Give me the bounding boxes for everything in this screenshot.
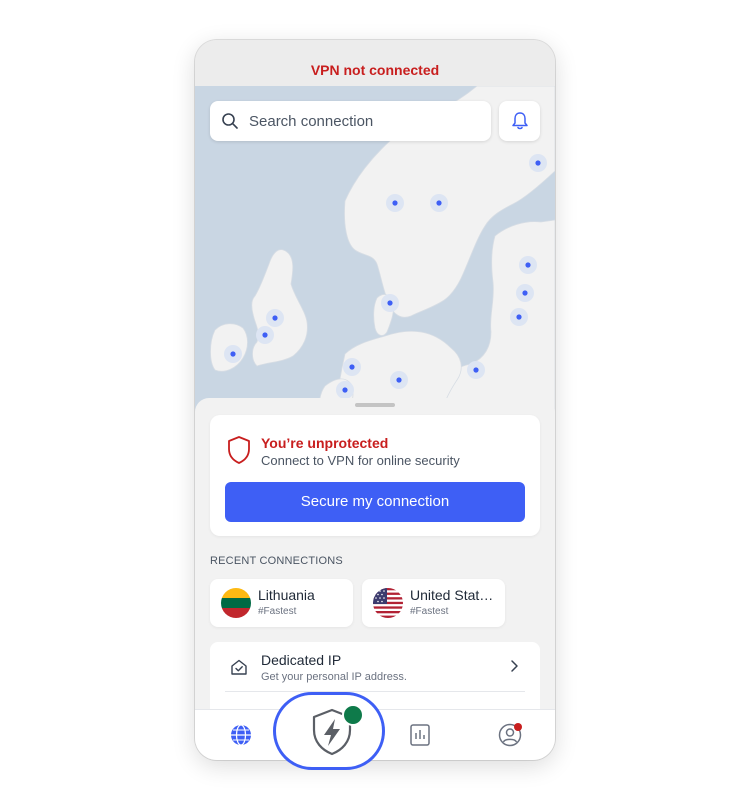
server-dot-core (272, 315, 278, 321)
server-dot-core (349, 364, 355, 370)
dedicated-ip-subtitle: Get your personal IP address. (261, 671, 407, 683)
stats-icon (410, 724, 430, 746)
profile-icon (498, 723, 522, 747)
server-dot-core (262, 332, 268, 338)
secure-connection-button[interactable]: Secure my connection (225, 482, 525, 522)
recent-connection-name: Lithuania (258, 587, 315, 603)
phone-frame: VPN not connected Search connection You’… (195, 40, 555, 760)
recent-connection-lithuania[interactable]: Lithuania #Fastest (210, 579, 353, 627)
notification-badge (514, 723, 522, 731)
nav-stats[interactable] (407, 722, 433, 748)
recent-connection-tag: #Fastest (410, 606, 449, 617)
bell-icon (511, 112, 528, 130)
land-great-britain (251, 249, 308, 367)
recent-connection-tag: #Fastest (258, 606, 297, 617)
server-dot-core (473, 367, 479, 373)
chevron-right-icon (511, 660, 518, 672)
shield-warning-icon (228, 436, 250, 464)
dedicated-ip-title: Dedicated IP (261, 652, 342, 668)
server-dot-core (392, 200, 398, 206)
nav-profile[interactable] (497, 722, 523, 748)
quick-connect-button[interactable] (273, 692, 385, 770)
divider (225, 691, 525, 692)
nav-globe[interactable] (228, 722, 254, 748)
server-dot-core (396, 377, 402, 383)
home-ip-icon (231, 659, 247, 675)
recent-connection-name: United Stat… (410, 587, 494, 603)
vpn-status-text: VPN not connected (310, 62, 440, 78)
server-dot-core (522, 290, 528, 296)
lithuania-flag-icon (221, 588, 251, 618)
recent-connection-united-states[interactable]: United Stat… #Fastest (362, 579, 505, 627)
recent-connections-heading: RECENT CONNECTIONS (210, 555, 343, 567)
server-dot-core (230, 351, 236, 357)
search-icon (221, 112, 239, 130)
server-dot-core (387, 300, 393, 306)
server-dot-core (516, 314, 522, 320)
protection-title: You’re unprotected (261, 435, 389, 451)
server-dot-core (342, 387, 348, 393)
connection-status-dot (342, 704, 364, 726)
search-input[interactable]: Search connection (210, 101, 491, 141)
server-dot-core (436, 200, 442, 206)
server-dot-core (535, 160, 541, 166)
us-flag-icon (373, 588, 403, 618)
protection-card: You’re unprotected Connect to VPN for on… (210, 415, 540, 536)
sheet-drag-handle[interactable] (355, 403, 395, 407)
globe-icon (231, 724, 251, 746)
server-dot-core (525, 262, 531, 268)
protection-subtitle: Connect to VPN for online security (261, 453, 460, 468)
search-placeholder: Search connection (249, 112, 374, 130)
vpn-status-bar: VPN not connected (195, 40, 555, 86)
notifications-button[interactable] (499, 101, 540, 141)
